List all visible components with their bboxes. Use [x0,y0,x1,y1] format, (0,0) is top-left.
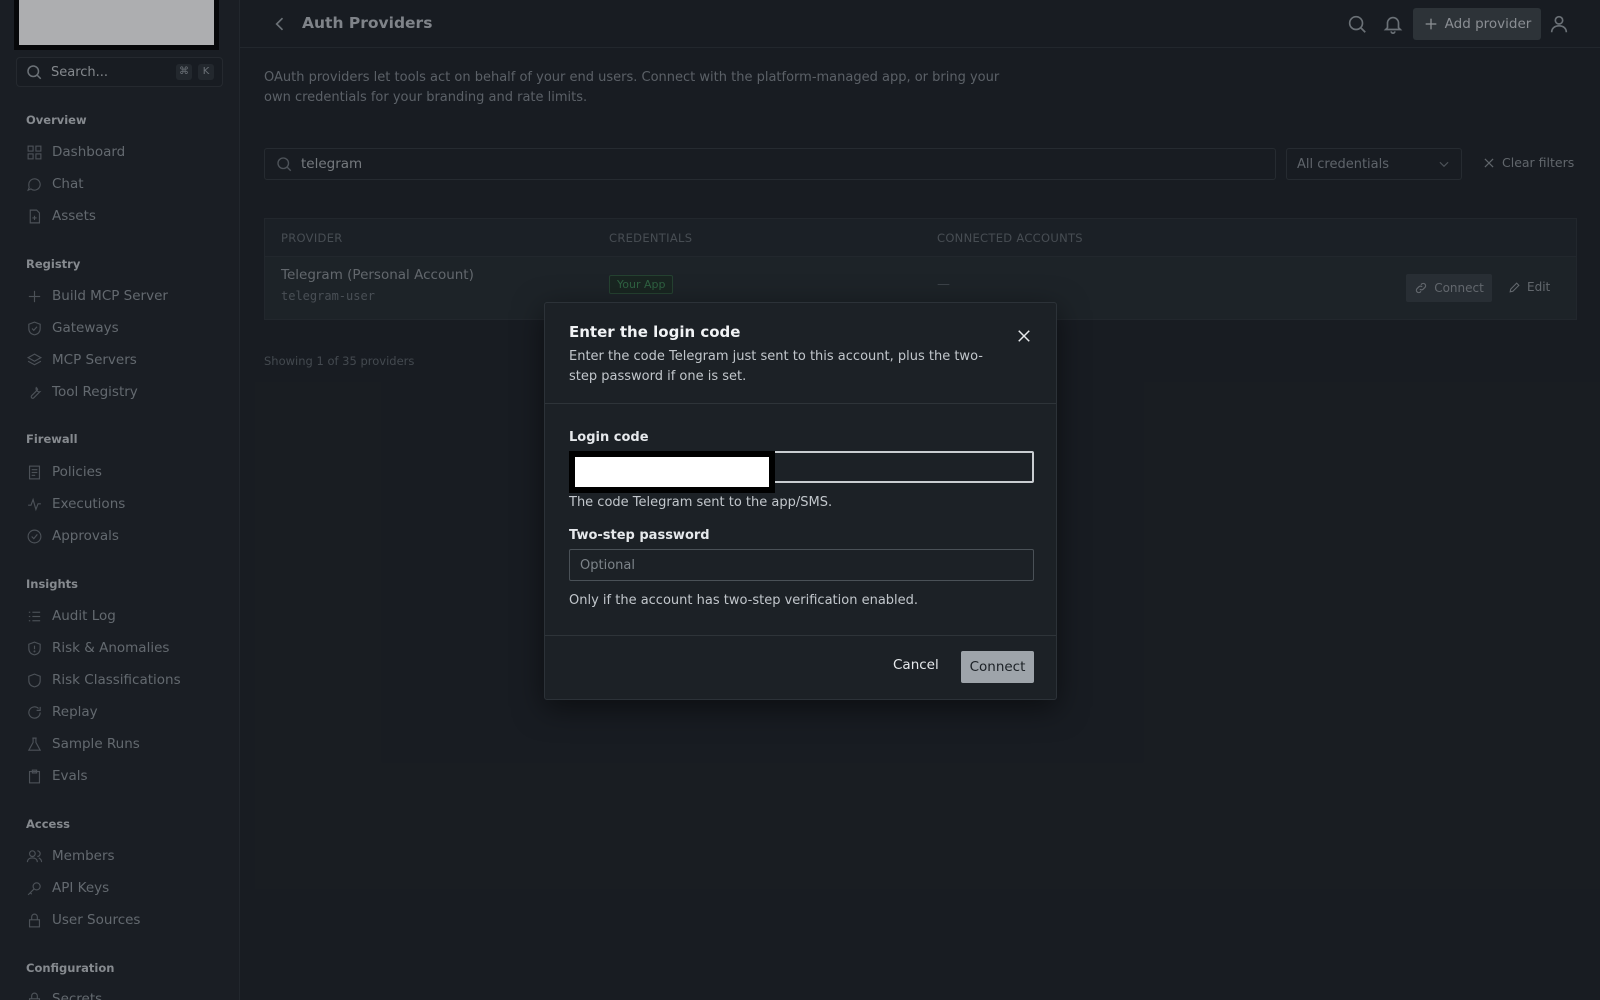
close-icon[interactable] [1015,327,1033,345]
divider [545,635,1056,636]
login-code-hint: The code Telegram sent to the app/SMS. [569,495,833,510]
cancel-button[interactable]: Cancel [893,657,939,673]
login-code-dialog: Enter the login code Enter the code Tele… [544,302,1057,700]
two-step-password-input[interactable] [569,549,1034,581]
login-code-label: Login code [569,430,649,445]
redacted-login-code [569,451,775,493]
dialog-description: Enter the code Telegram just sent to thi… [569,349,983,384]
connect-button[interactable]: Connect [961,651,1034,683]
two-step-password-hint: Only if the account has two-step verific… [569,593,919,608]
dialog-title: Enter the login code [569,323,741,341]
two-step-password-label: Two-step password [569,528,710,543]
divider [545,403,1056,404]
